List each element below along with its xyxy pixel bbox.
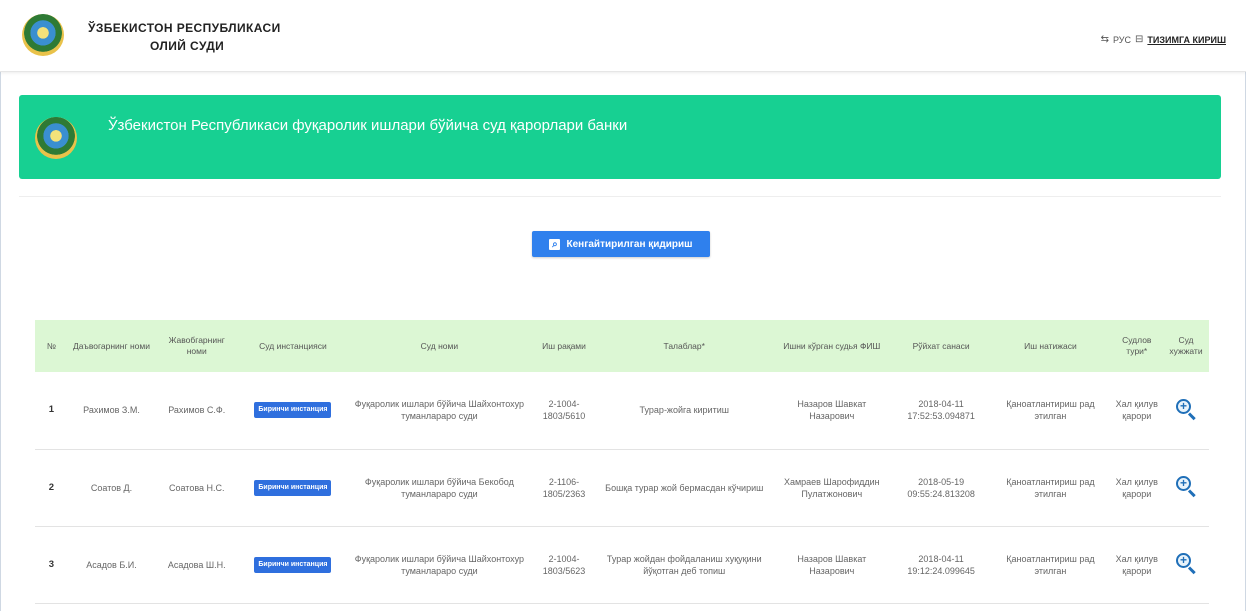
- site-header: ЎЗБЕКИСТОН РЕСПУБЛИКАСИ ОЛИЙ СУДИ ⇆ РУС …: [0, 0, 1246, 72]
- case-number-cell: 2-1106-1805/2363: [542, 476, 586, 499]
- instance-badge: Биринчи инстанция: [254, 479, 332, 496]
- magnifier-plus-icon[interactable]: +: [1175, 398, 1197, 420]
- hero-banner: Ўзбекистон Республикаси фуқаролик ишлари…: [19, 95, 1221, 179]
- banner-emblem-icon: [35, 117, 77, 159]
- column-header: Суд инстанцияси: [259, 340, 327, 351]
- plaintiff-cell: Соатов Д.: [90, 482, 133, 493]
- result-cell: Қаноатлантириш рад этилган: [1006, 553, 1095, 576]
- magnifier-plus-icon[interactable]: +: [1175, 552, 1197, 575]
- column-header: Иш рақами: [542, 340, 586, 351]
- case-number-cell: 2-1004-1803/5610: [542, 399, 586, 422]
- result-cell: Қаноатлантириш рад этилган: [1006, 399, 1095, 422]
- case-number-cell: 2-1004-1803/5623: [542, 553, 586, 576]
- table-header-row: № Даъвогарнинг номи Жавобгарнинг номи Суд и…: [35, 320, 1209, 372]
- defendant-cell: Рахимов С.Ф.: [168, 405, 226, 416]
- login-link[interactable]: ТИЗИМГА КИРИШ: [1147, 35, 1226, 45]
- defendant-cell: Асадова Ш.Н.: [167, 559, 226, 570]
- proceeding-type-cell: Хал қилув қарори: [1115, 476, 1158, 499]
- registration-date-cell: 2018-05-19 09:55:24.813208: [907, 476, 975, 499]
- registration-date-cell: 2018-04-11 17:52:53.094871: [907, 399, 975, 422]
- swap-icon: ⇆: [1100, 34, 1109, 45]
- claim-cell: Бошқа турар жой бермасдан кўчириш: [605, 482, 764, 493]
- court-document-cell: +: [1163, 372, 1209, 449]
- column-header: Судлов тури*: [1122, 335, 1152, 356]
- column-header: Жавобгарнинг номи: [168, 335, 225, 356]
- judge-cell: Хамраев Шарофиддин Пулатжонович: [783, 476, 880, 499]
- court-decisions-table: № Даъвогарнинг номи Жавобгарнинг номи Суд и…: [35, 320, 1209, 604]
- advanced-search-button[interactable]: ⌕ Кенгайтирилган қидириш: [532, 231, 710, 257]
- result-cell: Қаноатлантириш рад этилган: [1006, 476, 1095, 499]
- column-header: №: [46, 340, 56, 351]
- instance-cell: Биринчи инстанция: [238, 372, 347, 449]
- site-title-line2: ОЛИЙ СУДИ: [150, 39, 225, 53]
- advanced-search-label: Кенгайтирилган қидириш: [566, 238, 693, 250]
- judge-cell: Назаров Шавкат Назарович: [797, 553, 867, 576]
- claim-cell: Турар жойдан фойдаланиш хуқуқини йўқотга…: [606, 553, 762, 576]
- language-switch[interactable]: РУС: [1113, 35, 1131, 45]
- magnifier-plus-icon[interactable]: +: [1175, 475, 1197, 498]
- instance-badge: Биринчи инстанция: [254, 556, 332, 573]
- column-header: Даъвогарнинг номи: [73, 340, 150, 351]
- login-icon: ⊟: [1135, 34, 1144, 45]
- row-number: 3: [48, 558, 55, 570]
- judge-cell: Назаров Шавкат Назарович: [797, 399, 867, 422]
- row-number: 1: [48, 404, 55, 416]
- court-name-cell: Фуқаролик ишлари бўйича Бекобод туманлар…: [364, 476, 514, 499]
- row-number: 2: [48, 481, 55, 493]
- instance-cell: Биринчи инстанция: [238, 526, 347, 603]
- claim-cell: Турар-жойга киритиш: [639, 405, 729, 416]
- court-document-cell: +: [1163, 449, 1209, 526]
- column-header: Иш натижаси: [1024, 340, 1077, 351]
- court-document-cell: +: [1163, 526, 1209, 603]
- registration-date-cell: 2018-04-11 19:12:24.099645: [907, 553, 975, 576]
- instance-cell: Биринчи инстанция: [238, 449, 347, 526]
- state-emblem-logo[interactable]: [22, 14, 64, 56]
- plaintiff-cell: Асадов Б.И.: [86, 559, 137, 570]
- column-header: Талаблар*: [663, 340, 705, 351]
- column-header: Суд номи: [420, 340, 459, 351]
- court-name-cell: Фуқаролик ишлари бўйича Шайхонтохур тума…: [354, 553, 525, 576]
- site-title-line1: ЎЗБЕКИСТОН РЕСПУБЛИКАСИ: [88, 21, 281, 35]
- search-doc-icon: ⌕: [549, 238, 561, 250]
- table-row[interactable]: 2 Соатов Д. Соатова Н.С. Биринчи инстанция Ф…: [35, 449, 1209, 526]
- defendant-cell: Соатова Н.С.: [168, 482, 225, 493]
- proceeding-type-cell: Хал қилув қарори: [1115, 553, 1158, 576]
- banner-title: Ўзбекистон Республикаси фуқаролик ишлари…: [108, 117, 628, 134]
- table-row[interactable]: 1 Рахимов З.М. Рахимов С.Ф. Биринчи инстанц…: [35, 372, 1209, 449]
- table-row[interactable]: 3 Асадов Б.И. Асадова Ш.Н. Биринчи инстанци…: [35, 526, 1209, 603]
- plaintiff-cell: Рахимов З.М.: [83, 405, 140, 416]
- court-name-cell: Фуқаролик ишлари бўйича Шайхонтохур тума…: [354, 399, 525, 422]
- column-header: Ишни кўрган судья ФИШ: [783, 340, 881, 351]
- header-actions: ⇆ РУС ⊟ ТИЗИМГА КИРИШ: [1101, 34, 1226, 45]
- column-header: Рўйхат санаси: [912, 340, 970, 351]
- instance-badge: Биринчи инстанция: [254, 402, 332, 419]
- proceeding-type-cell: Хал қилув қарори: [1115, 399, 1158, 422]
- column-header: Суд хужжати: [1169, 335, 1203, 356]
